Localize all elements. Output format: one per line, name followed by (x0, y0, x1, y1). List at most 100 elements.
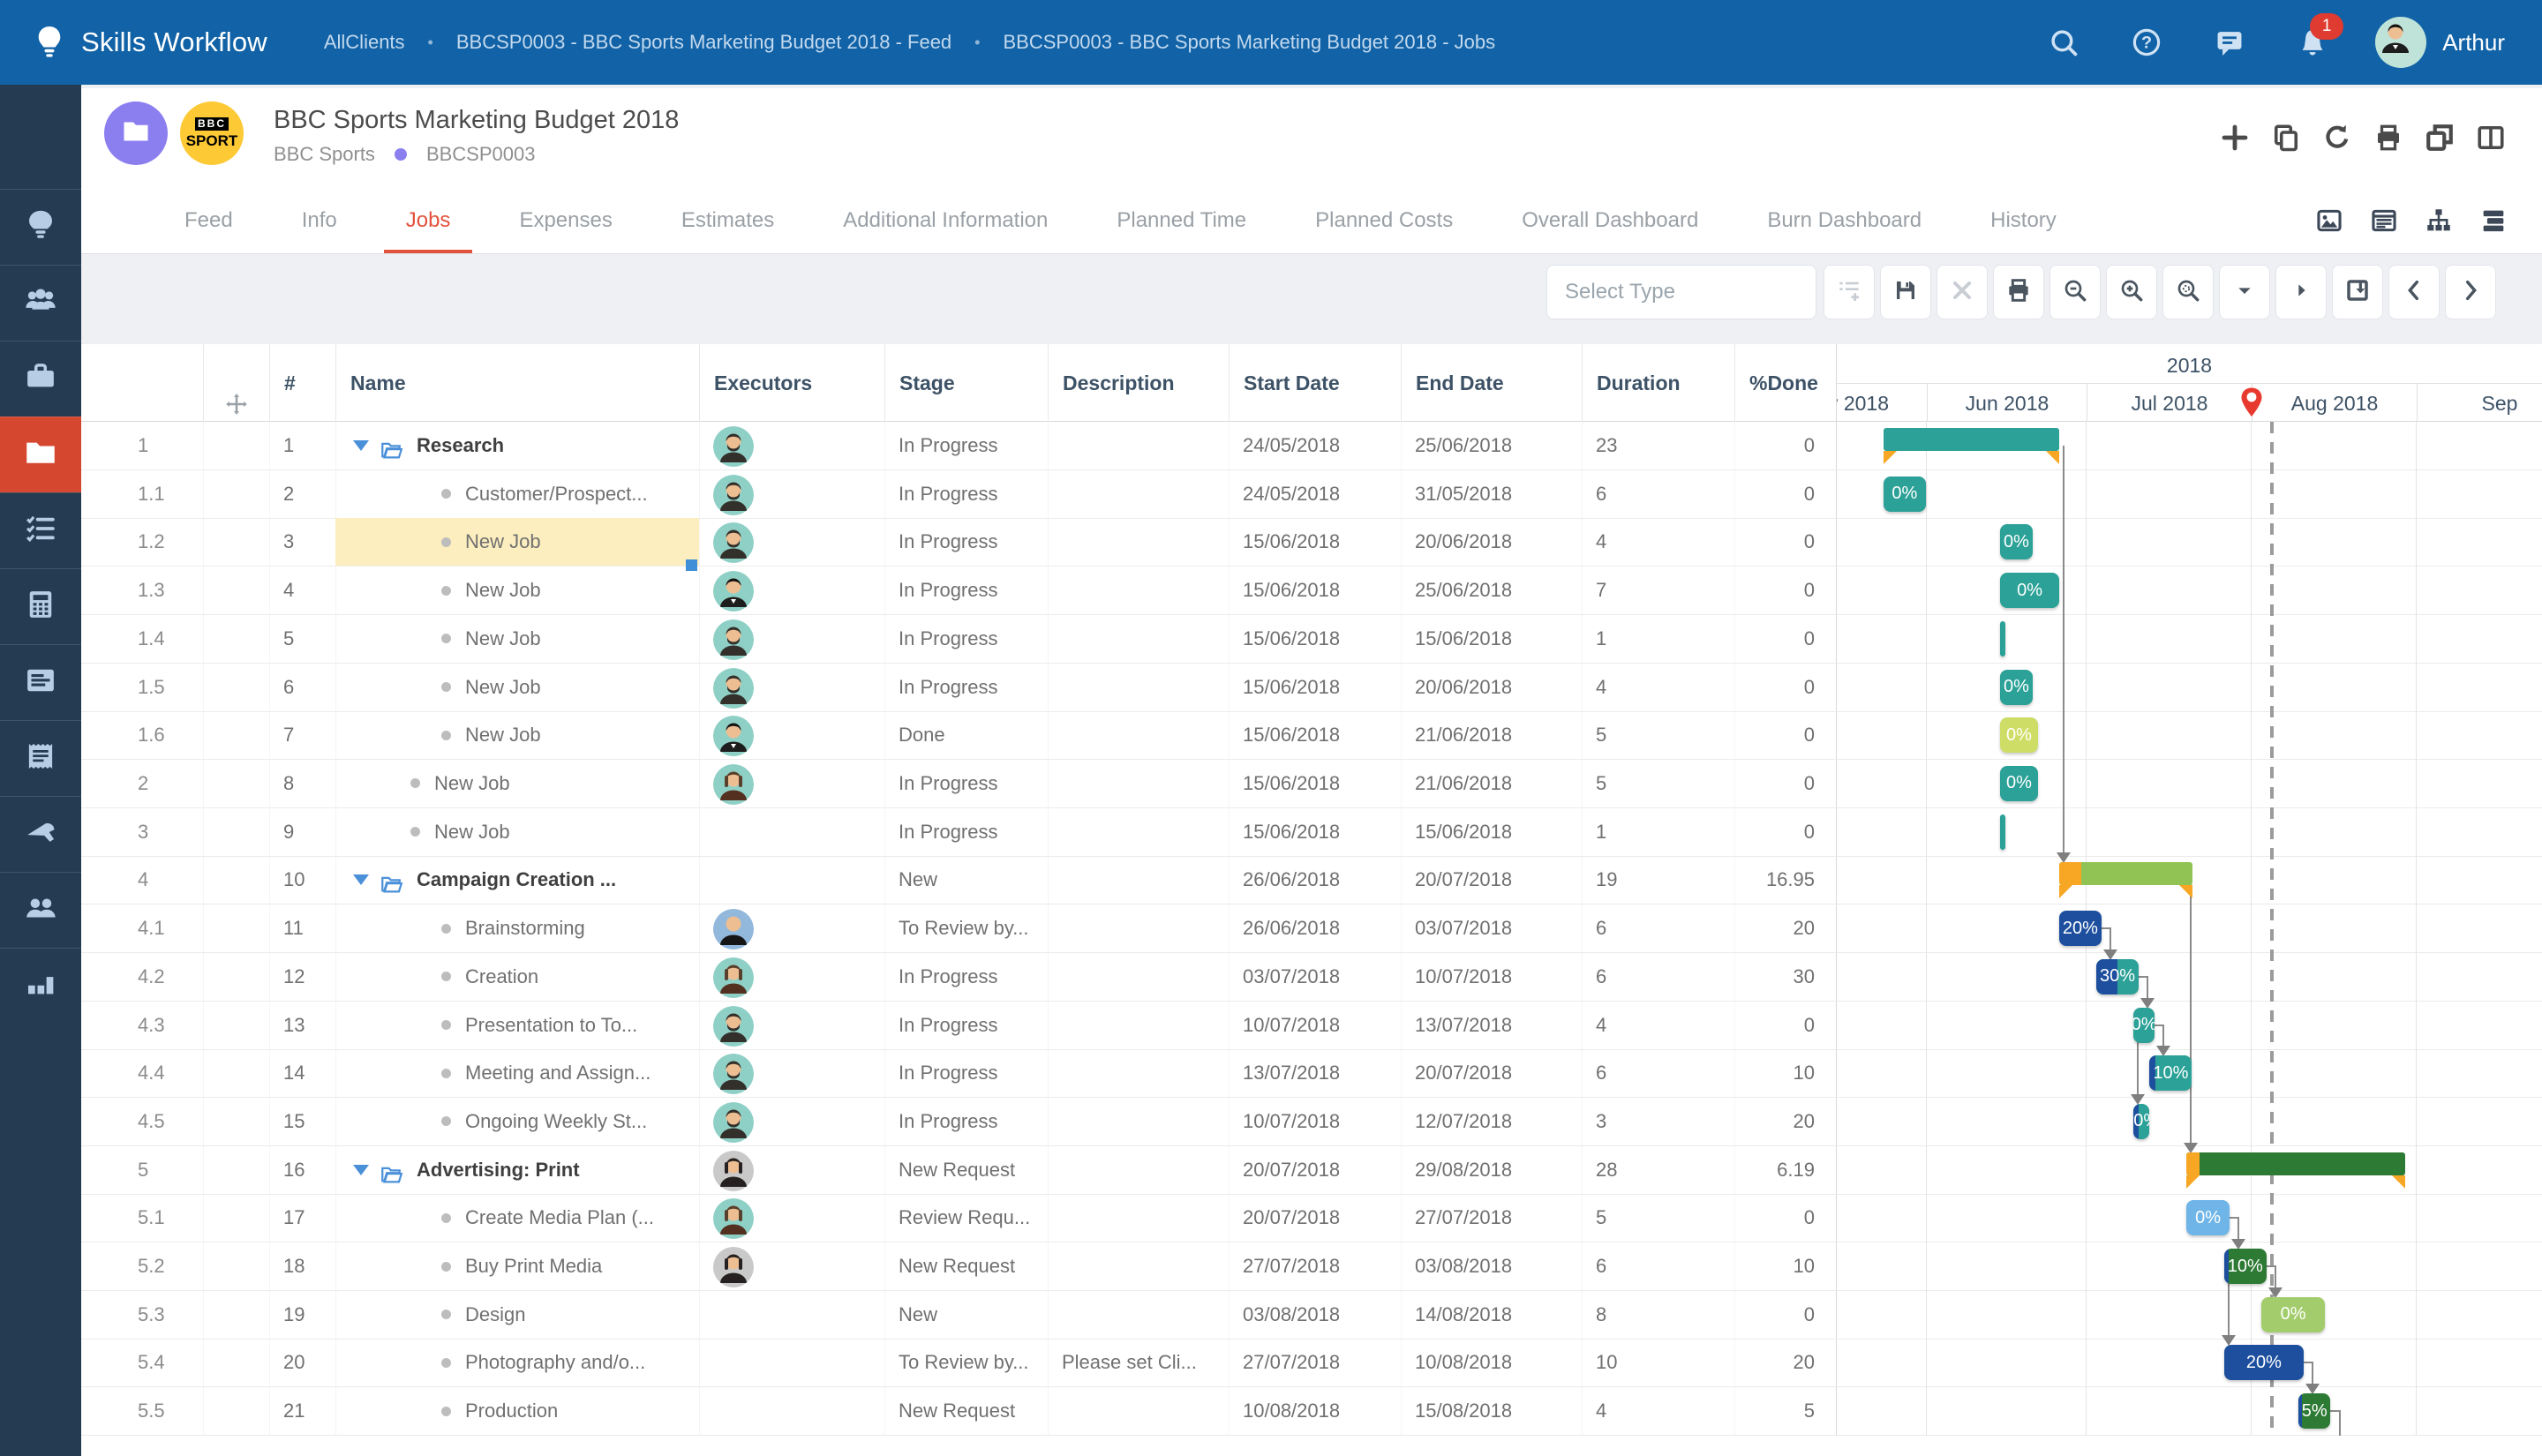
column-header-exec[interactable]: Executors (699, 344, 884, 422)
executor-avatar[interactable] (713, 1006, 754, 1047)
breadcrumb-item[interactable]: AllClients (324, 31, 405, 54)
breadcrumb-item[interactable]: BBCSP0003 - BBC Sports Marketing Budget … (456, 31, 951, 54)
tab-info[interactable]: Info (267, 187, 372, 253)
sidebar-item-tools[interactable] (0, 796, 81, 872)
executor-avatar[interactable] (713, 1151, 754, 1191)
sidebar-item-tasks[interactable] (0, 492, 81, 568)
tab-history[interactable]: History (1956, 187, 2091, 253)
table-row[interactable]: 11ResearchIn Progress24/05/201825/06/201… (81, 422, 2542, 470)
print-icon[interactable] (2373, 122, 2404, 154)
hierarchy-view-icon[interactable] (2424, 206, 2454, 236)
name-cell[interactable]: Create Media Plan (... (335, 1194, 699, 1242)
name-cell[interactable]: New Job (335, 760, 699, 807)
messages-icon[interactable] (2213, 26, 2246, 59)
executor-avatar[interactable] (713, 619, 754, 660)
column-header-end[interactable]: End Date (1401, 344, 1582, 422)
gantt-task-bar[interactable]: 0% (2000, 766, 2037, 801)
job-name[interactable]: Buy Print Media (465, 1242, 602, 1290)
collapse-caret-icon[interactable] (353, 874, 369, 885)
expand-button[interactable] (2275, 265, 2327, 319)
breadcrumb-item[interactable]: BBCSP0003 - BBC Sports Marketing Budget … (1003, 31, 1495, 54)
executor-avatar[interactable] (713, 957, 754, 998)
scroll-left-button[interactable] (2388, 265, 2440, 319)
name-cell[interactable]: New Job (335, 711, 699, 759)
table-row[interactable]: 1.12Customer/Prospect...In Progress24/05… (81, 470, 2542, 519)
table-row[interactable]: 516Advertising: PrintNew Request20/07/20… (81, 1146, 2542, 1195)
executor-avatar[interactable] (713, 764, 754, 805)
help-icon[interactable]: ? (2130, 26, 2163, 59)
table-row[interactable]: 4.212CreationIn Progress03/07/201810/07/… (81, 953, 2542, 1002)
sidebar-item-briefcase[interactable] (0, 341, 81, 417)
job-group-name[interactable]: Campaign Creation ... (417, 856, 616, 904)
column-header-name[interactable]: Name (335, 344, 699, 422)
job-name[interactable]: Presentation to To... (465, 1002, 637, 1049)
gantt-task-bar[interactable]: 5% (2298, 1393, 2330, 1429)
gantt-task-bar[interactable] (2000, 814, 2005, 850)
table-row[interactable]: 4.313Presentation to To...In Progress10/… (81, 1002, 2542, 1050)
job-name[interactable]: New Job (465, 615, 541, 663)
tab-feed[interactable]: Feed (150, 187, 267, 253)
gantt-task-bar[interactable]: 20% (2059, 911, 2102, 946)
column-header-dur[interactable]: Duration (1582, 344, 1734, 422)
gantt-task-bar[interactable]: 30% (2096, 959, 2139, 994)
gantt-task-bar[interactable]: 0% (1884, 477, 1926, 512)
table-row[interactable]: 39New JobIn Progress15/06/201815/06/2018… (81, 808, 2542, 857)
collapse-caret-icon[interactable] (353, 440, 369, 451)
tab-expenses[interactable]: Expenses (485, 187, 646, 253)
rows-view-icon[interactable] (2478, 206, 2508, 236)
gantt-task-bar[interactable]: 20% (2224, 1345, 2304, 1380)
gantt-task-bar[interactable]: 0% (2186, 1200, 2229, 1235)
job-name[interactable]: Create Media Plan (... (465, 1194, 654, 1242)
name-cell[interactable]: Advertising: Print (335, 1146, 699, 1194)
collapse-caret-icon[interactable] (353, 1165, 369, 1175)
executor-avatar[interactable] (713, 716, 754, 756)
add-subtask-button[interactable] (1824, 265, 1875, 319)
job-name[interactable]: Production (465, 1387, 558, 1435)
table-row[interactable]: 5.117Create Media Plan (...Review Requ..… (81, 1194, 2542, 1242)
name-cell[interactable]: Production (335, 1387, 699, 1435)
column-header-stage[interactable]: Stage (884, 344, 1048, 422)
table-row[interactable]: 1.56New JobIn Progress15/06/201820/06/20… (81, 664, 2542, 712)
gantt-task-bar[interactable]: 0% (2133, 1008, 2155, 1043)
name-cell[interactable]: Ongoing Weekly St... (335, 1098, 699, 1145)
name-cell[interactable]: New Job (335, 615, 699, 663)
selection-drag-handle[interactable] (686, 559, 697, 571)
table-row[interactable]: 1.23New JobIn Progress15/06/201820/06/20… (81, 518, 2542, 567)
column-header-desc[interactable]: Description (1048, 344, 1229, 422)
executor-avatar[interactable] (713, 1102, 754, 1143)
job-name[interactable]: New Job (465, 567, 541, 614)
executor-avatar[interactable] (713, 668, 754, 709)
export-button[interactable] (2332, 265, 2383, 319)
print-button[interactable] (1993, 265, 2044, 319)
executor-avatar[interactable] (713, 1054, 754, 1094)
windows-icon[interactable] (2424, 122, 2456, 154)
name-cell[interactable]: Buy Print Media (335, 1242, 699, 1290)
zoom-out-button[interactable] (2049, 265, 2101, 319)
app-logo[interactable]: Skills Workflow (30, 23, 267, 62)
gantt-task-bar[interactable]: 0% (2000, 524, 2032, 559)
gantt-summary-bar[interactable] (1884, 428, 2059, 451)
user-avatar[interactable] (2375, 17, 2426, 68)
name-cell[interactable]: Customer/Prospect... (335, 470, 699, 518)
zoom-fit-button[interactable] (2162, 265, 2214, 319)
table-row[interactable]: 5.521ProductionNew Request10/08/201815/0… (81, 1387, 2542, 1436)
split-icon[interactable] (2475, 122, 2507, 154)
name-cell[interactable]: New Job (335, 518, 699, 566)
column-header-start[interactable]: Start Date (1229, 344, 1401, 422)
gantt-summary-bar[interactable] (2186, 1152, 2404, 1175)
table-row[interactable]: 5.218Buy Print MediaNew Request27/07/201… (81, 1242, 2542, 1291)
executor-avatar[interactable] (713, 426, 754, 467)
executor-avatar[interactable] (713, 571, 754, 612)
executor-avatar[interactable] (713, 475, 754, 515)
notifications-bell-icon[interactable]: 1 (2296, 26, 2329, 59)
gantt-task-bar[interactable]: 20% (2133, 1104, 2149, 1139)
sidebar-item-timesheet[interactable] (0, 644, 81, 720)
save-button[interactable] (1880, 265, 1931, 319)
name-cell[interactable]: New Job (335, 664, 699, 711)
gantt-task-bar[interactable] (2000, 621, 2005, 657)
gantt-task-bar[interactable]: 0% (2000, 573, 2058, 608)
table-row[interactable]: 5.319DesignNew03/08/201814/08/201880 (81, 1291, 2542, 1340)
column-header-num[interactable]: # (269, 344, 335, 422)
job-group-name[interactable]: Advertising: Print (417, 1146, 580, 1194)
job-name[interactable]: New Job (465, 664, 541, 711)
